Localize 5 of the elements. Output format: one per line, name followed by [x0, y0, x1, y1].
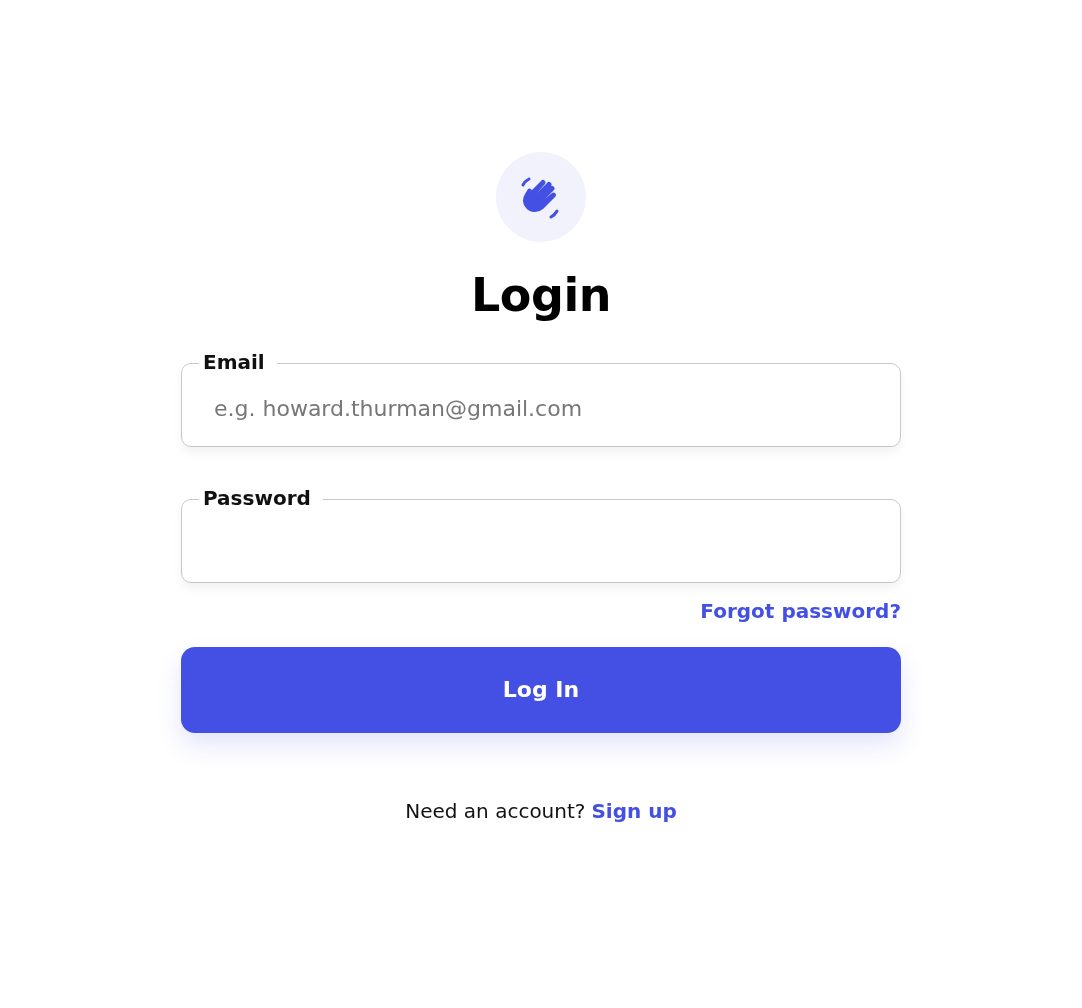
forgot-password-link[interactable]: Forgot password?	[700, 598, 901, 623]
signup-link[interactable]: Sign up	[591, 798, 677, 823]
page-title: Login	[471, 270, 611, 321]
login-button[interactable]: Log In	[181, 646, 901, 733]
signup-prompt: Need an account?	[405, 798, 586, 823]
